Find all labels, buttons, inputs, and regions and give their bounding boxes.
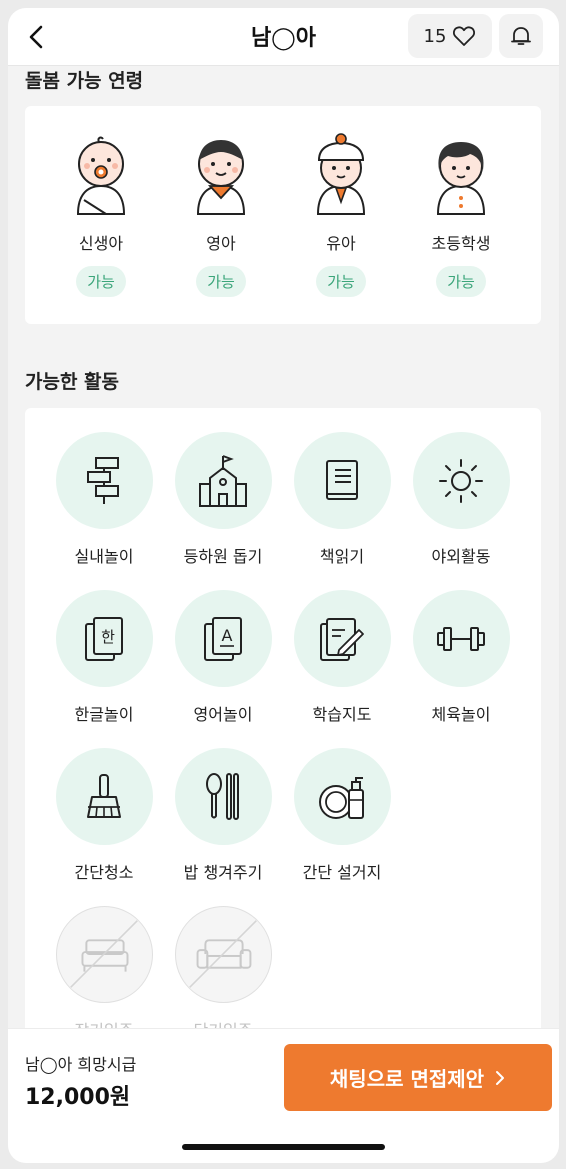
activity-item-unavailable: 장기입주 — [44, 906, 164, 1028]
like-button[interactable]: 15 — [408, 14, 492, 58]
activity-icon-circle — [293, 432, 391, 529]
activity-card: 실내놀이 등하원 돕기 책읽기 야외활동 한 한글놀이 A 영어놀이 학습지도 … — [25, 408, 541, 1028]
activity-item: 등하원 돕기 — [163, 432, 283, 567]
age-item-toddler: 유아 가능 — [281, 130, 401, 297]
age-section-title: 돌봄 가능 연령 — [25, 70, 144, 92]
activity-icon-circle — [55, 432, 153, 529]
availability-badge: 가능 — [316, 266, 366, 297]
activity-label: 야외활동 — [431, 547, 491, 566]
activity-label: 간단 설거지 — [302, 863, 382, 882]
activity-item-unavailable: 단기입주 — [163, 906, 283, 1028]
notification-button[interactable] — [499, 14, 543, 58]
hangul-card-icon: 한 — [85, 616, 123, 661]
book-icon — [326, 459, 358, 500]
activity-icon-circle — [174, 906, 272, 1003]
activity-icon-circle — [412, 432, 510, 529]
activity-label: 체육놀이 — [431, 705, 491, 724]
activity-item: 야외활동 — [401, 432, 521, 567]
availability-badge: 가능 — [436, 266, 486, 297]
like-count: 15 — [423, 25, 447, 47]
hourly-wage-value: 12,000원 — [25, 1085, 131, 1110]
school-icon — [199, 454, 247, 507]
chevron-right-icon — [496, 1070, 505, 1085]
activity-label: 책읽기 — [319, 547, 365, 566]
spoon-chopsticks-icon — [206, 772, 239, 820]
infant-icon — [196, 140, 246, 215]
activity-item: 간단 설거지 — [282, 748, 402, 883]
activity-icon-circle — [174, 748, 272, 845]
activity-icon-circle — [412, 590, 510, 687]
top-app-bar: 남◯아 15 — [8, 8, 559, 66]
activity-label: 영어놀이 — [193, 705, 253, 724]
age-item-newborn: 신생아 가능 — [41, 130, 161, 297]
elementary-student-icon — [436, 142, 486, 215]
activity-label: 장기입주 — [44, 1017, 164, 1028]
english-card-icon: A — [204, 616, 242, 661]
activity-icon-circle: A — [174, 590, 272, 687]
activity-icon-circle — [293, 590, 391, 687]
age-card: 신생아 가능 영아 가능 유아 가능 초등학생 가능 — [25, 106, 541, 324]
activity-item: 학습지도 — [282, 590, 402, 725]
age-label: 영아 — [206, 234, 236, 253]
chat-interview-button[interactable]: 채팅으로 면접제안 — [284, 1044, 552, 1111]
age-item-infant: 영아 가능 — [161, 130, 281, 297]
activity-label: 학습지도 — [312, 705, 372, 724]
age-label: 초등학생 — [431, 234, 491, 253]
activity-label: 밥 챙겨주기 — [183, 863, 263, 882]
bottom-action-bar: 남◯아 희망시급 12,000원 채팅으로 면접제안 — [8, 1028, 559, 1163]
activity-label: 단기입주 — [163, 1017, 283, 1028]
activity-item: 간단청소 — [44, 748, 164, 883]
newborn-icon — [76, 136, 126, 215]
activity-item: 실내놀이 — [44, 432, 164, 567]
activity-icon-circle — [174, 432, 272, 529]
activity-item: 체육놀이 — [401, 590, 521, 725]
svg-text:A: A — [222, 626, 233, 645]
activity-label: 간단청소 — [74, 863, 134, 882]
activity-icon-circle — [55, 906, 153, 1003]
activity-item: 밥 챙겨주기 — [163, 748, 283, 883]
activity-item: 책읽기 — [282, 432, 402, 567]
chat-interview-button-label: 채팅으로 면접제안 — [329, 1067, 485, 1091]
availability-badge: 가능 — [196, 266, 246, 297]
sofa-icon — [188, 920, 257, 988]
activity-icon-circle — [293, 748, 391, 845]
activity-item: 한 한글놀이 — [44, 590, 164, 725]
activity-icon-circle: 한 — [55, 590, 153, 687]
svg-text:한: 한 — [101, 628, 115, 646]
toddler-icon — [316, 133, 366, 215]
activity-label: 실내놀이 — [74, 547, 134, 566]
activity-label: 한글놀이 — [74, 705, 134, 724]
bed-icon — [69, 920, 138, 988]
broom-icon — [87, 773, 121, 818]
age-label: 신생아 — [78, 234, 124, 253]
home-indicator[interactable] — [182, 1144, 385, 1150]
dumbbell-icon — [437, 626, 485, 651]
app-screen: 남◯아 15 돌봄 가능 연령 신생아 가능 영아 가능 유아 가능 초등학생 … — [8, 8, 559, 1163]
age-item-elementary: 초등학생 가능 — [401, 130, 521, 297]
profile-scroll-content[interactable]: 돌봄 가능 연령 신생아 가능 영아 가능 유아 가능 초등학생 가능 가능한 … — [8, 66, 559, 1028]
activity-icon-circle — [55, 748, 153, 845]
study-pencil-icon — [320, 617, 364, 661]
sun-icon — [439, 458, 483, 503]
availability-badge: 가능 — [76, 266, 126, 297]
bell-icon — [511, 27, 531, 45]
dish-soap-icon — [319, 776, 364, 819]
hourly-wage-label: 남◯아 희망시급 — [25, 1055, 137, 1074]
heart-icon — [453, 26, 476, 46]
signpost-icon — [87, 456, 119, 504]
activity-item: A 영어놀이 — [163, 590, 283, 725]
activity-label: 등하원 돕기 — [183, 547, 263, 566]
activity-section-title: 가능한 활동 — [25, 371, 120, 393]
age-label: 유아 — [326, 234, 356, 253]
